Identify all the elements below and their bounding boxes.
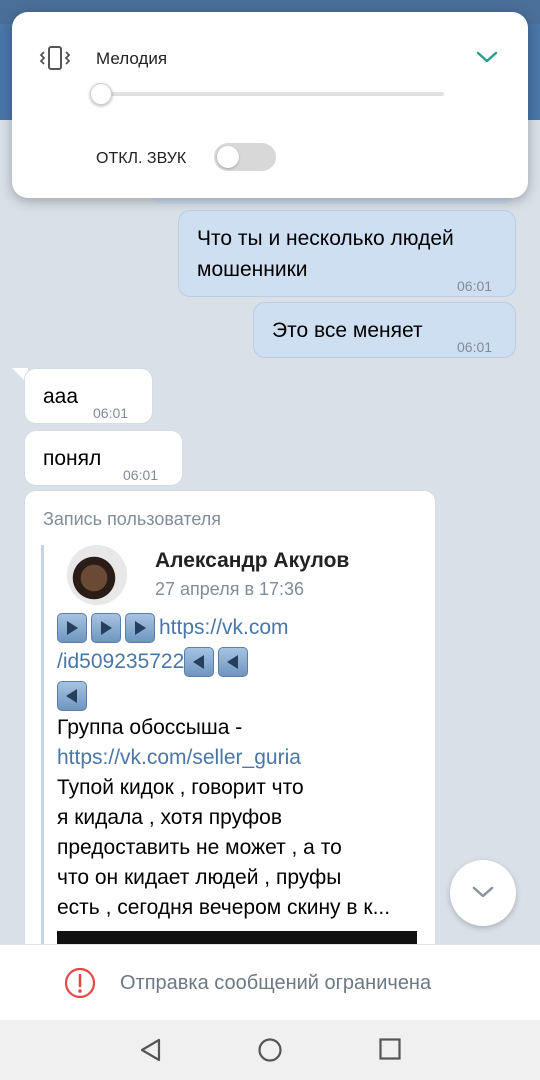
mute-toggle[interactable] bbox=[214, 143, 276, 171]
post-date: 27 апреля в 17:36 bbox=[155, 579, 305, 599]
message-time: 06:01 bbox=[123, 467, 159, 483]
post-link[interactable]: /id509235722 bbox=[57, 650, 184, 673]
post-quote-bar bbox=[41, 545, 44, 961]
mute-label: ОТКЛ. ЗВУК bbox=[96, 150, 187, 167]
reverse-arrow-emoji-icon bbox=[57, 681, 87, 712]
play-arrow-emoji-icon bbox=[91, 613, 121, 644]
post-text-line: https://vk.com bbox=[57, 613, 289, 644]
post-text-line: я кидала , хотя пруфов bbox=[57, 806, 282, 829]
post-text-line: что он кидает людей , пруфы bbox=[57, 866, 342, 889]
post-link[interactable]: https://vk.com/seller_guria bbox=[57, 743, 301, 773]
reverse-arrow-emoji-icon bbox=[184, 647, 215, 678]
shared-post-header: Запись пользователя bbox=[43, 509, 222, 529]
message-bubble-outgoing[interactable]: Что ты и несколько людей мошенники 06:01 bbox=[178, 210, 516, 297]
shared-post-card[interactable]: Запись пользователя Александр Акулов 27 … bbox=[24, 490, 436, 962]
author-avatar[interactable] bbox=[67, 545, 127, 605]
volume-slider[interactable] bbox=[90, 83, 444, 105]
reverse-arrow-emoji-icon bbox=[218, 647, 249, 678]
message-bubble-outgoing[interactable]: Это все меняет 06:01 bbox=[253, 302, 516, 358]
recent-apps-icon[interactable] bbox=[378, 1037, 402, 1061]
message-time: 06:01 bbox=[457, 278, 493, 294]
messaging-restricted-bar: Отправка сообщений ограничена bbox=[0, 944, 540, 1021]
message-time: 06:01 bbox=[93, 405, 129, 421]
system-nav-bar bbox=[0, 1020, 540, 1080]
back-icon[interactable] bbox=[138, 1037, 164, 1063]
chevron-down-icon bbox=[472, 886, 494, 898]
play-arrow-emoji-icon bbox=[125, 613, 155, 644]
post-text-line: /id509235722 bbox=[57, 647, 252, 678]
message-time: 06:01 bbox=[457, 339, 493, 355]
message-text: ааа bbox=[43, 385, 79, 408]
warning-icon bbox=[64, 967, 96, 999]
volume-panel: Мелодия ОТКЛ. ЗВУК bbox=[12, 12, 528, 198]
message-bubble-incoming[interactable]: ааа 06:01 bbox=[24, 368, 153, 424]
toggle-knob bbox=[217, 146, 239, 168]
scroll-down-button[interactable] bbox=[450, 860, 516, 926]
message-text: Это все меняет bbox=[272, 319, 423, 342]
post-text-line: Тупой кидок , говорит что bbox=[57, 776, 304, 799]
volume-slider-thumb[interactable] bbox=[90, 83, 112, 105]
message-bubble-incoming[interactable]: понял 06:01 bbox=[24, 430, 183, 486]
post-text-line bbox=[57, 681, 91, 712]
post-text-line: предоставить не может , а то bbox=[57, 836, 342, 859]
post-text-line: Группа обоссыша - bbox=[57, 716, 243, 739]
restricted-notice-text: Отправка сообщений ограничена bbox=[120, 972, 432, 994]
message-text: мошенники bbox=[197, 258, 308, 281]
message-text: Что ты и несколько людей bbox=[197, 227, 454, 250]
post-text-line: есть , сегодня вечером скину в к... bbox=[57, 896, 391, 919]
play-arrow-emoji-icon bbox=[57, 613, 87, 644]
vibrate-icon[interactable] bbox=[38, 44, 72, 72]
chevron-down-icon[interactable] bbox=[474, 48, 500, 66]
post-link[interactable]: https://vk.com bbox=[159, 616, 289, 639]
volume-stream-label: Мелодия bbox=[96, 49, 168, 68]
message-text: понял bbox=[43, 447, 102, 470]
home-icon[interactable] bbox=[257, 1037, 283, 1063]
post-author-name[interactable]: Александр Акулов bbox=[155, 549, 349, 573]
